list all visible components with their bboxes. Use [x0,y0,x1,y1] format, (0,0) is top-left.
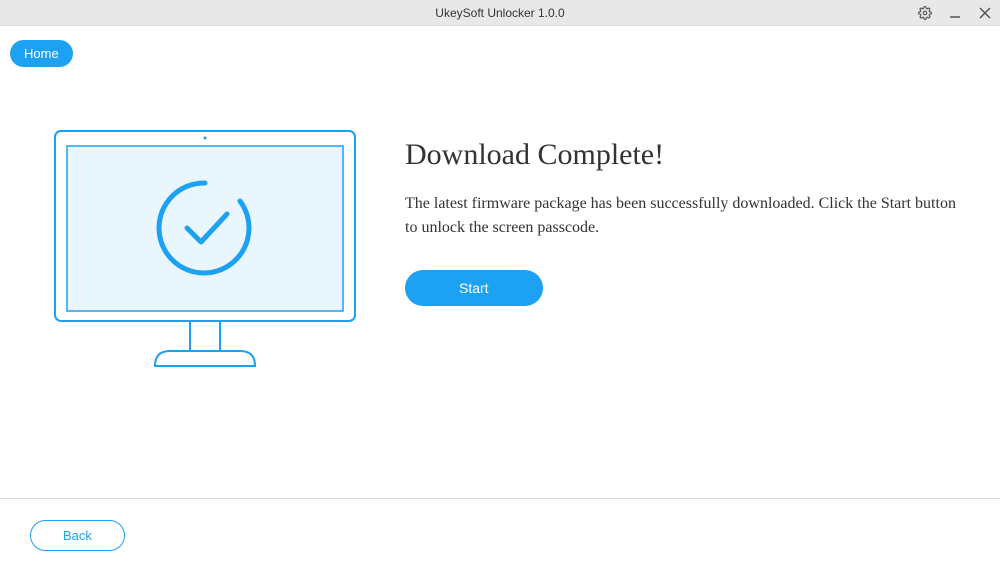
main-content: Download Complete! The latest firmware p… [0,26,1000,386]
footer: Back [0,498,1000,572]
titlebar: UkeySoft Unlocker 1.0.0 [0,0,1000,26]
home-tab-label: Home [24,46,59,61]
back-button[interactable]: Back [30,520,125,551]
close-icon[interactable] [978,6,992,20]
start-button-label: Start [459,280,489,296]
minimize-icon[interactable] [948,6,962,20]
page-heading: Download Complete! [405,138,960,172]
home-tab[interactable]: Home [10,40,73,67]
back-button-label: Back [63,528,92,543]
gear-icon[interactable] [918,6,932,20]
page-description: The latest firmware package has been suc… [405,192,960,240]
window-title: UkeySoft Unlocker 1.0.0 [435,6,564,20]
start-button[interactable]: Start [405,270,543,306]
monitor-checkmark-illustration [45,126,365,386]
text-section: Download Complete! The latest firmware p… [405,126,960,386]
window-controls [918,6,992,20]
